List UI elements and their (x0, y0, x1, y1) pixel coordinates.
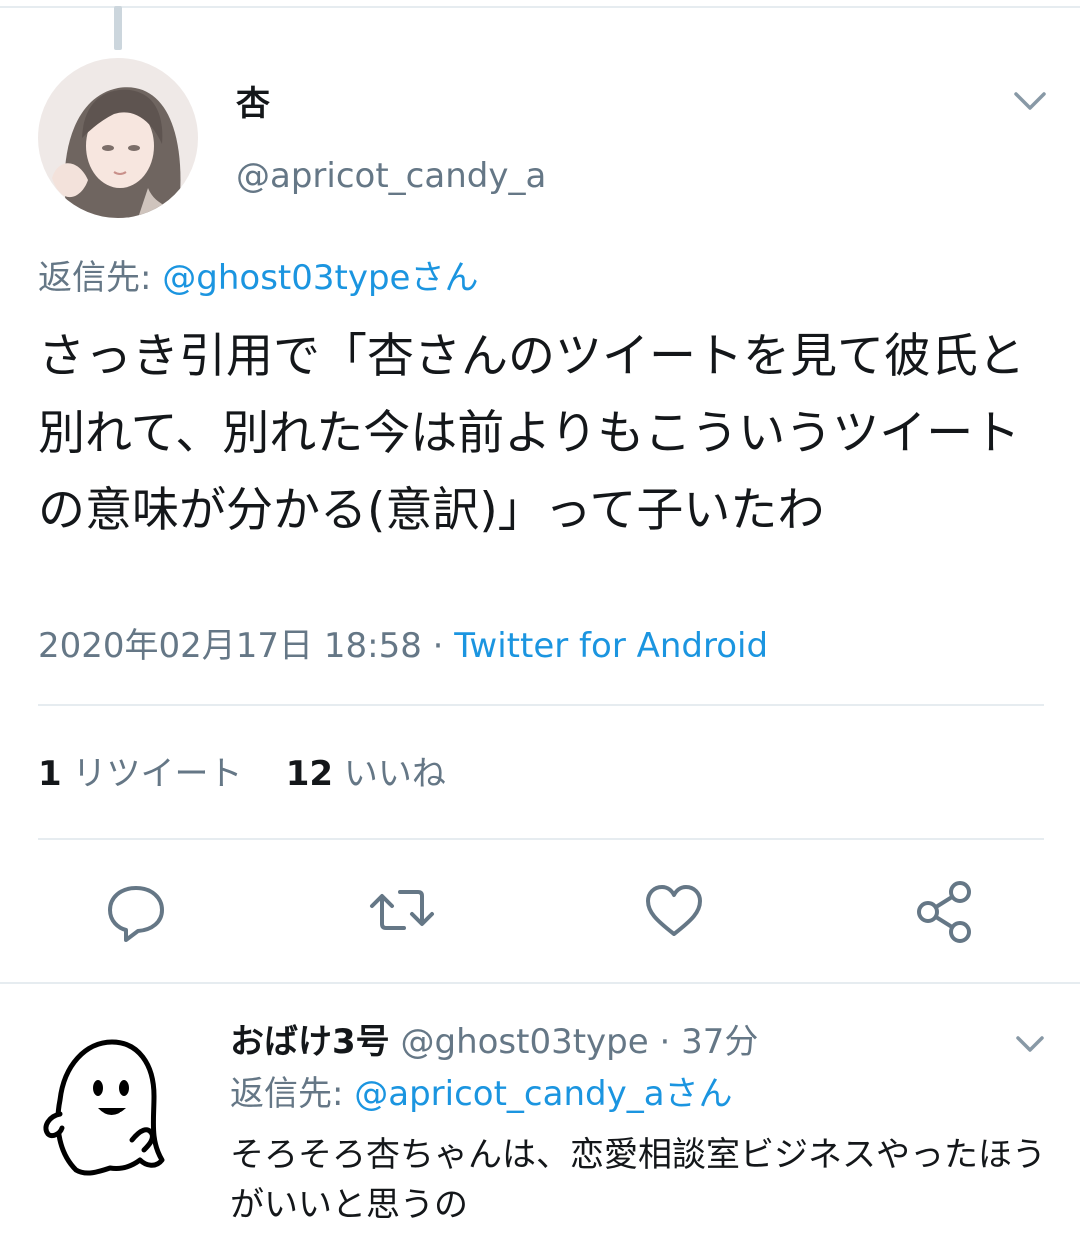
reply-to-mention-link[interactable]: @apricot_candy_aさん (354, 1074, 732, 1114)
top-separator (0, 0, 1080, 8)
thread-connector (114, 6, 122, 50)
reply-reply-to-line: 返信先: @apricot_candy_aさん (230, 1072, 733, 1116)
like-label: いいね (343, 754, 446, 794)
tweet-meta: 2020年02月17日 18:58 · Twitter for Android (38, 624, 768, 668)
reply-time: · 37分 (659, 1022, 759, 1062)
reply-to-label: 返信先: (38, 258, 163, 298)
like-count: 12 (285, 754, 334, 794)
share-icon[interactable] (904, 870, 984, 950)
ghost-avatar[interactable] (36, 1030, 176, 1180)
reply-display-name[interactable]: おばけ3号 (230, 1022, 390, 1062)
divider (38, 704, 1044, 706)
reply-header: おばけ3号 @ghost03type · 37分 (230, 1020, 758, 1064)
retweet-count: 1 (38, 754, 62, 794)
like-stat[interactable]: 12 いいね (286, 754, 446, 794)
reply-to-label: 返信先: (230, 1074, 355, 1114)
display-name[interactable]: 杏 (236, 84, 270, 124)
reply-text: そろそろ杏ちゃんは、恋愛相談室ビジネスやったほうがいいと思うの (230, 1135, 1046, 1225)
retweet-stat[interactable]: 1 リツイート (38, 754, 242, 794)
retweet-label: リツイート (72, 754, 243, 794)
reply-handle[interactable]: @ghost03type (400, 1022, 648, 1062)
reply-icon[interactable] (96, 870, 176, 950)
user-handle[interactable]: @apricot_candy_a (236, 156, 546, 196)
tweet-text: さっき引用で「杏さんのツイートを見て彼氏と別れて、別れた今は前よりもこういうツイ… (38, 329, 1025, 538)
source-link[interactable]: Twitter for Android (454, 626, 768, 666)
chevron-down-icon[interactable] (1012, 1030, 1048, 1058)
timestamp: 2020年02月17日 18:58 · (38, 626, 455, 666)
chevron-down-icon[interactable] (1008, 84, 1052, 118)
avatar[interactable] (38, 58, 198, 218)
engagement-stats: 1 リツイート 12 いいね (38, 752, 446, 796)
reply-to-mention-link[interactable]: @ghost03typeさん (162, 258, 478, 298)
action-bar (0, 870, 1080, 960)
like-icon[interactable] (634, 870, 714, 950)
retweet-icon[interactable] (362, 870, 442, 950)
divider (38, 838, 1044, 840)
reply-to-line: 返信先: @ghost03typeさん (38, 256, 478, 300)
section-separator (0, 982, 1080, 984)
